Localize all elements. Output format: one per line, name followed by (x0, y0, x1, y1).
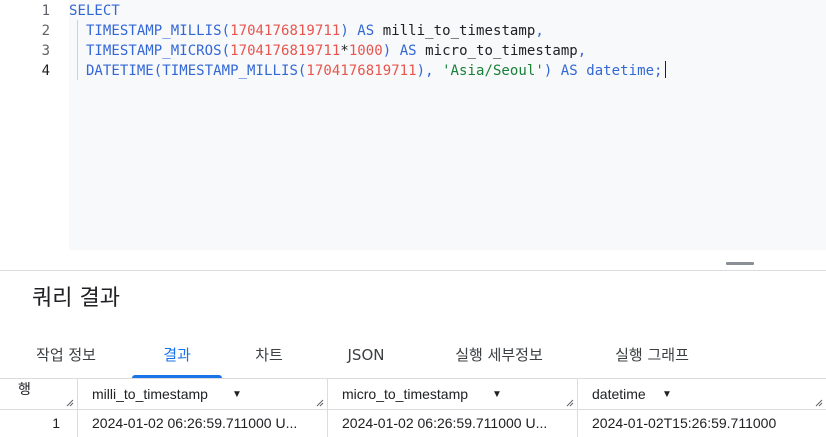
code-line[interactable]: SELECT (69, 1, 120, 21)
row-number: 1 (52, 415, 60, 431)
code-token: ) AS datetime; (543, 63, 663, 79)
code-token: milli_to_timestamp (382, 23, 536, 39)
divider (0, 270, 826, 271)
tab-json[interactable]: JSON (330, 332, 402, 378)
cell-value: 2024-01-02 06:26:59.711000 U... (92, 415, 298, 431)
tab-execution-graph[interactable]: 실행 그래프 (592, 332, 712, 378)
line-number: 2 (41, 23, 50, 39)
code-token: TIMESTAMP_MILLIS( (69, 23, 231, 39)
sort-arrow-icon[interactable]: ▼ (492, 379, 502, 410)
code-token: 1704176819711 (306, 63, 417, 79)
row-number-cell: 1 (0, 410, 78, 437)
results-tabs: 작업 정보 결과 차트 JSON 실행 세부정보 실행 그래프 (0, 332, 826, 379)
column-header-milli[interactable]: milli_to_timestamp ▼ (78, 379, 328, 410)
code-line[interactable]: DATETIME(TIMESTAMP_MILLIS(1704176819711)… (69, 61, 666, 81)
code-token: SELECT (69, 3, 120, 19)
cell-value: 2024-01-02T15:26:59.711000 (592, 415, 777, 431)
tab-job-info[interactable]: 작업 정보 (14, 332, 118, 378)
code-token: 1704176819711 (230, 23, 341, 39)
code-token: TIMESTAMP_MICROS( (69, 43, 231, 59)
results-table: 행 milli_to_timestamp ▼ micro_to_timestam… (0, 379, 826, 437)
column-resize-icon[interactable] (815, 399, 823, 407)
active-tab-indicator (132, 375, 222, 378)
column-resize-icon[interactable] (66, 399, 74, 407)
code-token: ), (416, 63, 443, 79)
cell-micro[interactable]: 2024-01-02 06:26:59.711000 U... (328, 410, 578, 437)
text-cursor (664, 61, 666, 78)
code-token: , (577, 43, 587, 59)
tab-results[interactable]: 결과 (132, 332, 222, 378)
code-token: 'Asia/Seoul' (442, 63, 544, 79)
table-header: 행 milli_to_timestamp ▼ micro_to_timestam… (0, 379, 826, 410)
column-label: micro_to_timestamp (342, 386, 469, 402)
table-row[interactable]: 1 2024-01-02 06:26:59.711000 U... 2024-0… (0, 410, 826, 437)
line-number: 1 (41, 3, 50, 19)
code-token: DATETIME(TIMESTAMP_MILLIS( (69, 63, 307, 79)
sort-arrow-icon[interactable]: ▼ (662, 379, 672, 410)
code-token: , (535, 23, 544, 39)
code-token: 1000 (348, 43, 383, 59)
tab-execution-details[interactable]: 실행 세부정보 (432, 332, 566, 378)
column-resize-icon[interactable] (316, 399, 324, 407)
code-token: ) AS (382, 43, 426, 59)
code-token: * (340, 43, 349, 59)
cell-value: 2024-01-02 06:26:59.711000 U... (342, 415, 548, 431)
code-token: micro_to_timestamp (425, 43, 578, 59)
code-line[interactable]: TIMESTAMP_MILLIS(1704176819711) AS milli… (69, 21, 544, 41)
editor-resize-handle[interactable] (726, 262, 754, 265)
line-number-gutter: 1 2 3 4 (0, 0, 62, 250)
results-title: 쿼리 결과 (32, 286, 120, 311)
column-label: 행 (18, 381, 31, 397)
cell-milli[interactable]: 2024-01-02 06:26:59.711000 U... (78, 410, 328, 437)
sort-arrow-icon[interactable]: ▼ (232, 379, 242, 410)
cell-datetime[interactable]: 2024-01-02T15:26:59.711000 (578, 410, 826, 437)
tab-chart[interactable]: 차트 (236, 332, 302, 378)
code-area[interactable]: SELECT TIMESTAMP_MILLIS(1704176819711) A… (69, 0, 826, 250)
line-number: 4 (41, 63, 50, 79)
column-label: datetime (592, 386, 646, 402)
code-token: 1704176819711 (230, 43, 341, 59)
column-header-micro[interactable]: micro_to_timestamp ▼ (328, 379, 578, 410)
column-header-row: 행 (0, 379, 78, 410)
code-token: ) AS (340, 23, 383, 39)
sql-editor[interactable]: 1 2 3 4 SELECT TIMESTAMP_MILLIS(17041768… (0, 0, 826, 270)
line-number: 3 (41, 43, 50, 59)
column-resize-icon[interactable] (566, 399, 574, 407)
column-label: milli_to_timestamp (92, 386, 208, 402)
code-line[interactable]: TIMESTAMP_MICROS(1704176819711*1000) AS … (69, 41, 586, 61)
column-header-datetime[interactable]: datetime ▼ (578, 379, 826, 410)
